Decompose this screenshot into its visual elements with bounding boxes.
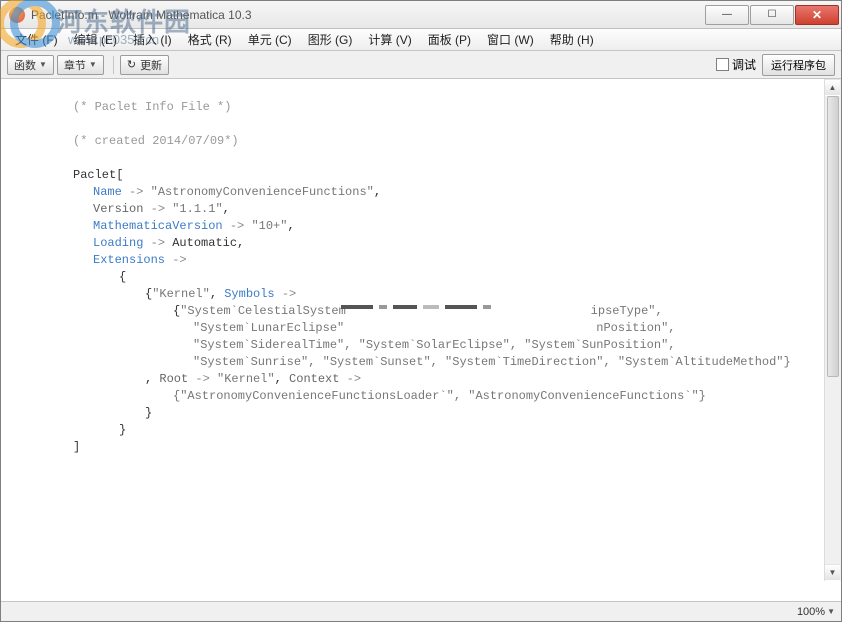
code-line: } bbox=[73, 405, 811, 422]
code-line: (* Paclet Info File *) bbox=[73, 99, 811, 116]
section-label: 章节 bbox=[64, 57, 86, 73]
menu-insert[interactable]: 插入 (I) bbox=[125, 29, 180, 50]
code-line: (* created 2014/07/09*) bbox=[73, 133, 811, 150]
run-package-button[interactable]: 运行程序包 bbox=[762, 54, 835, 76]
titlebar[interactable]: PacletInfo.m - Wolfram Mathematica 10.3 … bbox=[1, 1, 841, 29]
code-line: MathematicaVersion -> "10+", bbox=[73, 218, 811, 235]
refresh-label: 更新 bbox=[140, 57, 162, 73]
code-line: Extensions -> bbox=[73, 252, 811, 269]
close-button[interactable]: ✕ bbox=[795, 5, 839, 25]
scrollbar-track[interactable] bbox=[825, 96, 841, 564]
menu-format[interactable]: 格式 (R) bbox=[180, 29, 240, 50]
toolbar: 函数 ▼ 章节 ▼ ↻ 更新 调试 运行程序包 bbox=[1, 51, 841, 79]
statusbar: 100% ▼ bbox=[1, 601, 841, 621]
debug-checkbox[interactable] bbox=[716, 58, 729, 71]
vertical-scrollbar[interactable]: ▲ ▼ bbox=[824, 79, 841, 581]
run-package-label: 运行程序包 bbox=[771, 60, 826, 72]
code-line: {"AstronomyConvenienceFunctionsLoader`",… bbox=[73, 388, 811, 405]
function-dropdown[interactable]: 函数 ▼ bbox=[7, 55, 54, 75]
code-line: "System`SiderealTime", "System`SolarEcli… bbox=[73, 337, 811, 354]
code-line: Name -> "AstronomyConvenienceFunctions", bbox=[73, 184, 811, 201]
scroll-up-icon[interactable]: ▲ bbox=[825, 79, 840, 96]
menu-edit[interactable]: 编辑 (E) bbox=[66, 29, 125, 50]
chevron-down-icon[interactable]: ▼ bbox=[827, 607, 835, 616]
menubar: 文件 (F) 编辑 (E) 插入 (I) 格式 (R) 单元 (C) 图形 (G… bbox=[1, 29, 841, 51]
menu-graphics[interactable]: 图形 (G) bbox=[300, 29, 361, 50]
code-line: Paclet[ bbox=[73, 167, 811, 184]
app-window: PacletInfo.m - Wolfram Mathematica 10.3 … bbox=[0, 0, 842, 622]
minimize-button[interactable]: — bbox=[705, 5, 749, 25]
obscured-region bbox=[341, 305, 491, 309]
notebook-area[interactable]: (* Paclet Info File *) (* created 2014/0… bbox=[1, 79, 841, 601]
code-line: "System`Sunrise", "System`Sunset", "Syst… bbox=[73, 354, 811, 371]
chevron-down-icon: ▼ bbox=[89, 60, 97, 69]
debug-label: 调试 bbox=[732, 56, 756, 73]
chevron-down-icon: ▼ bbox=[39, 60, 47, 69]
toolbar-separator bbox=[113, 56, 114, 74]
code-line: Version -> "1.1.1", bbox=[73, 201, 811, 218]
menu-file[interactable]: 文件 (F) bbox=[7, 29, 66, 50]
code-line: ] bbox=[73, 439, 811, 456]
code-line: , Root -> "Kernel", Context -> bbox=[73, 371, 811, 388]
scroll-down-icon[interactable]: ▼ bbox=[825, 564, 840, 581]
menu-evaluate[interactable]: 计算 (V) bbox=[360, 29, 419, 50]
menu-window[interactable]: 窗口 (W) bbox=[479, 29, 542, 50]
maximize-button[interactable]: ☐ bbox=[750, 5, 794, 25]
section-dropdown[interactable]: 章节 ▼ bbox=[57, 55, 104, 75]
refresh-icon: ↻ bbox=[127, 58, 136, 71]
refresh-button[interactable]: ↻ 更新 bbox=[120, 55, 169, 75]
code-line: Loading -> Automatic, bbox=[73, 235, 811, 252]
code-content[interactable]: (* Paclet Info File *) (* created 2014/0… bbox=[73, 99, 811, 456]
function-label: 函数 bbox=[14, 57, 36, 73]
window-controls: — ☐ ✕ bbox=[705, 5, 839, 25]
menu-help[interactable]: 帮助 (H) bbox=[542, 29, 602, 50]
code-line: {"Kernel", Symbols -> bbox=[73, 286, 811, 303]
menu-cell[interactable]: 单元 (C) bbox=[240, 29, 300, 50]
code-line: "System`LunarEclipse" nPosition", bbox=[73, 320, 811, 337]
window-title: PacletInfo.m - Wolfram Mathematica 10.3 bbox=[31, 8, 705, 22]
code-line: } bbox=[73, 422, 811, 439]
zoom-level[interactable]: 100% bbox=[797, 606, 825, 618]
menu-palettes[interactable]: 面板 (P) bbox=[420, 29, 479, 50]
code-line: { bbox=[73, 269, 811, 286]
app-icon bbox=[9, 7, 25, 23]
scrollbar-thumb[interactable] bbox=[827, 96, 839, 377]
